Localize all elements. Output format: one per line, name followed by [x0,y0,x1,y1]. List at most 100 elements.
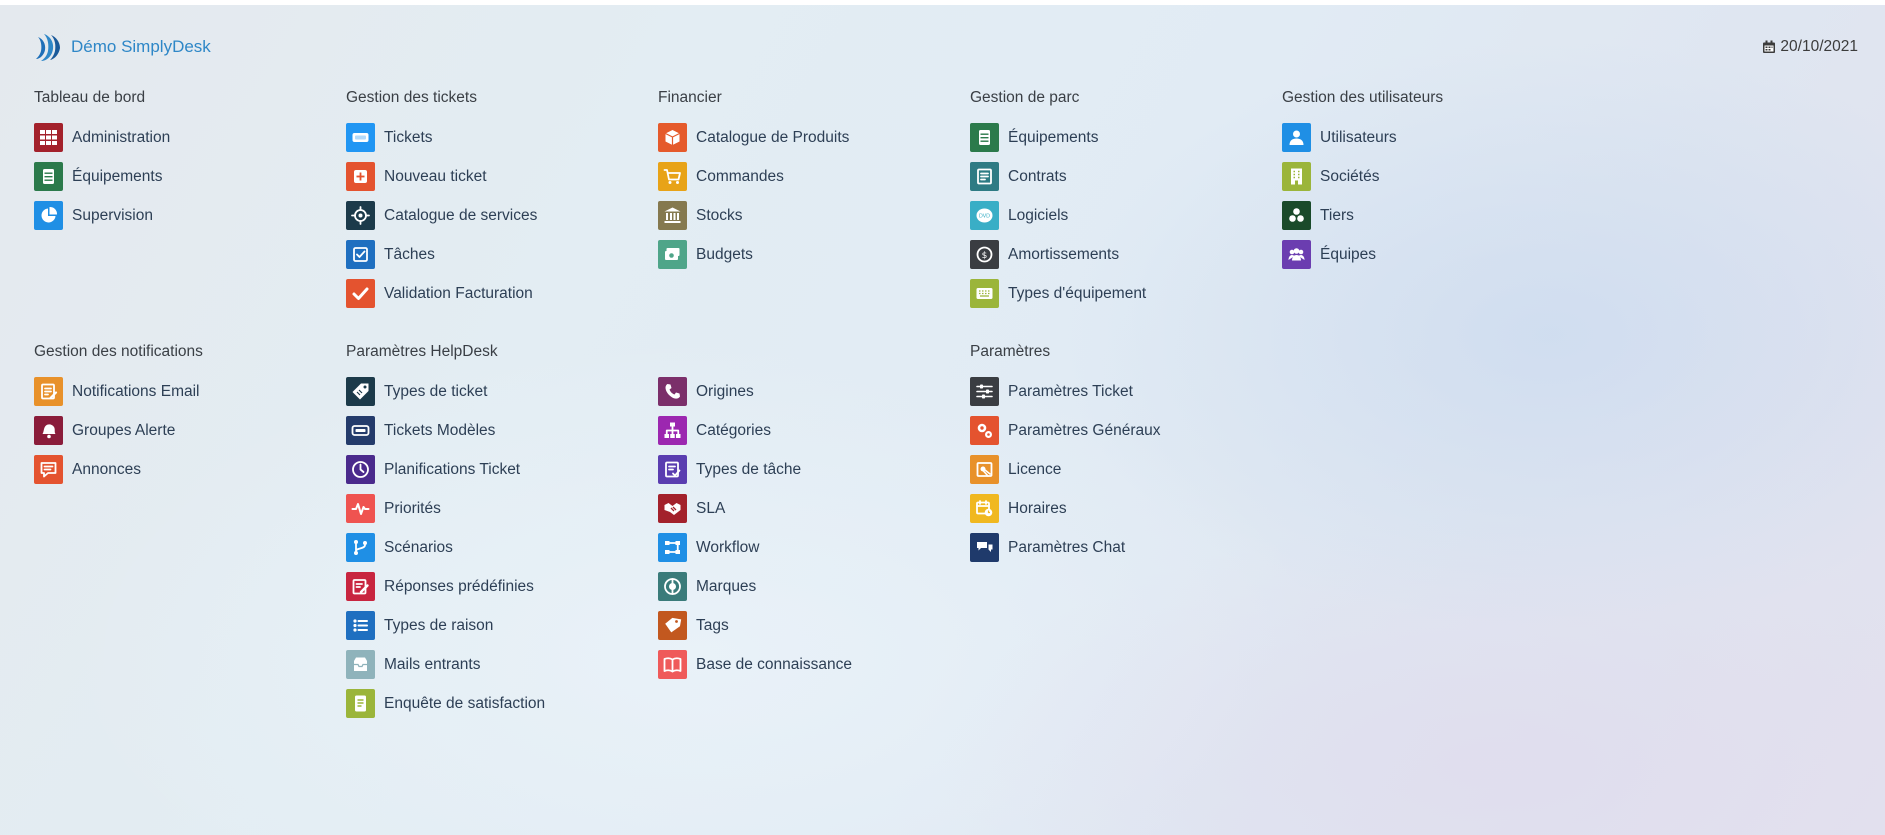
menu-item-label: Administration [72,128,171,146]
menu-item-label: Types de tâche [696,460,802,478]
money-icon [658,240,687,269]
menu-item-marques[interactable]: Marques [658,567,948,606]
menu-item-label: Priorités [384,499,441,517]
tags-icon [658,611,687,640]
menu-list: Notifications Email Groupes Alerte Annonce… [34,372,324,489]
menu-item-contrats[interactable]: Contrats [970,157,1260,196]
menu-item-catalogue-de-services[interactable]: Catalogue de services [346,196,636,235]
menu-item-label: Nouveau ticket [384,167,487,185]
tag-icon-glyph [352,383,369,400]
menu-item-horaires[interactable]: Horaires [970,489,1260,528]
menu-item-label: Stocks [696,206,743,224]
menu-item-taches[interactable]: Tâches [346,235,636,274]
workflow-icon [658,533,687,562]
menu-item-amortissements[interactable]: $ Amortissements [970,235,1260,274]
keyboard-icon-glyph [976,288,993,299]
menu-item-mails-entrants[interactable]: Mails entrants [346,645,636,684]
menu-item-notifications-email[interactable]: Notifications Email [34,372,324,411]
brand[interactable]: Démo SimplyDesk [35,32,211,62]
menu-item-annonces[interactable]: Annonces [34,450,324,489]
tag-icon [346,377,375,406]
menu-item-licence[interactable]: Licence [970,450,1260,489]
section-tableau-de-bord: Tableau de bord Administration Équipement… [34,83,324,235]
menu-item-label: Équipes [1320,245,1377,263]
tags-icon-glyph [665,617,682,633]
menu-item-label: Validation Facturation [384,284,533,302]
menu-item-catalogue-de-produits[interactable]: Catalogue de Produits [658,118,948,157]
menu-item-label: Contrats [1008,167,1067,185]
menu-item-tickets[interactable]: Tickets [346,118,636,157]
svg-text:DVD: DVD [979,214,990,220]
grid-icon [34,123,63,152]
pulse-icon-glyph [351,503,370,515]
note-icon [34,377,63,406]
menu-item-reponses-predefinies[interactable]: Réponses prédéfinies [346,567,636,606]
checkbox-icon [346,240,375,269]
menu-item-enquete-de-satisfaction[interactable]: Enquête de satisfaction [346,684,636,723]
menu-item-types-d-equipement[interactable]: Types d'équipement [970,274,1260,313]
message-icon-glyph [40,462,57,478]
section-parametres: Paramètres Paramètres Ticket Paramètres G… [970,337,1260,567]
menu-item-types-de-ticket[interactable]: Types de ticket [346,372,636,411]
menu-item-label: Catégories [696,421,771,439]
menu-item-equipes[interactable]: Équipes [1282,235,1572,274]
menu-item-parametres-generaux[interactable]: Paramètres Généraux [970,411,1260,450]
menu-item-societes[interactable]: Sociétés [1282,157,1572,196]
menu-item-base-de-connaissance[interactable]: Base de connaissance [658,645,948,684]
menu-item-label: Catalogue de Produits [696,128,850,146]
menu-item-parametres-chat[interactable]: Paramètres Chat [970,528,1260,567]
menu-item-equipements[interactable]: Équipements [970,118,1260,157]
menu-item-label: Workflow [696,538,760,556]
menu-item-logiciels[interactable]: DVD Logiciels [970,196,1260,235]
menu-item-label: Annonces [72,460,141,478]
calendar-icon [1763,40,1776,53]
menu-item-tiers[interactable]: Tiers [1282,196,1572,235]
menu-item-nouveau-ticket[interactable]: Nouveau ticket [346,157,636,196]
section-gestion-des-utilisateurs: Gestion des utilisateurs Utilisateurs Soc… [1282,83,1572,274]
menu-item-tags[interactable]: Tags [658,606,948,645]
menu-item-supervision[interactable]: Supervision [34,196,324,235]
handshake-icon [658,494,687,523]
menu-item-label: Tâches [384,245,435,263]
menu-item-origines[interactable]: Origines [658,372,948,411]
dvd-icon: DVD [970,201,999,230]
section-title: Gestion des notifications [34,343,203,360]
menu-item-label: Tickets [384,128,433,146]
menu-item-parametres-ticket[interactable]: Paramètres Ticket [970,372,1260,411]
list-icon [346,611,375,640]
menu-item-planifications-ticket[interactable]: Planifications Ticket [346,450,636,489]
menu-item-label: Types de ticket [384,382,488,400]
menu-item-label: Supervision [72,206,153,224]
server-icon-glyph [979,130,990,145]
menu-item-types-de-raison[interactable]: Types de raison [346,606,636,645]
edit-icon-glyph [352,579,369,595]
menu-item-scenarios[interactable]: Scénarios [346,528,636,567]
menu-item-administration[interactable]: Administration [34,118,324,157]
menu-item-label: Réponses prédéfinies [384,577,534,595]
menu-item-sla[interactable]: SLA [658,489,948,528]
handshake-icon-glyph [664,503,681,515]
menu-item-priorites[interactable]: Priorités [346,489,636,528]
menu-item-label: Amortissements [1008,245,1120,263]
message-icon [34,455,63,484]
menu-item-commandes[interactable]: Commandes [658,157,948,196]
bank-icon-glyph [664,207,681,223]
section-title: Paramètres HelpDesk [346,343,498,360]
menu-item-categories[interactable]: Catégories [658,411,948,450]
menu-item-label: Mails entrants [384,655,481,673]
clock-icon-glyph [352,461,369,478]
menu-item-equipements[interactable]: Équipements [34,157,324,196]
menu-item-tickets-modeles[interactable]: Tickets Modèles [346,411,636,450]
menu-item-utilisateurs[interactable]: Utilisateurs [1282,118,1572,157]
menu-item-label: Tiers [1320,206,1354,224]
calendar-clock-icon-glyph [976,500,993,517]
check-icon-glyph [352,287,369,300]
menu-item-workflow[interactable]: Workflow [658,528,948,567]
menu-item-label: Équipements [1008,128,1099,146]
menu-item-validation-facturation[interactable]: Validation Facturation [346,274,636,313]
menu-item-groupes-alerte[interactable]: Groupes Alerte [34,411,324,450]
menu-item-label: Types de raison [384,616,494,634]
menu-item-types-de-tache[interactable]: Types de tâche [658,450,948,489]
menu-item-budgets[interactable]: Budgets [658,235,948,274]
menu-item-stocks[interactable]: Stocks [658,196,948,235]
